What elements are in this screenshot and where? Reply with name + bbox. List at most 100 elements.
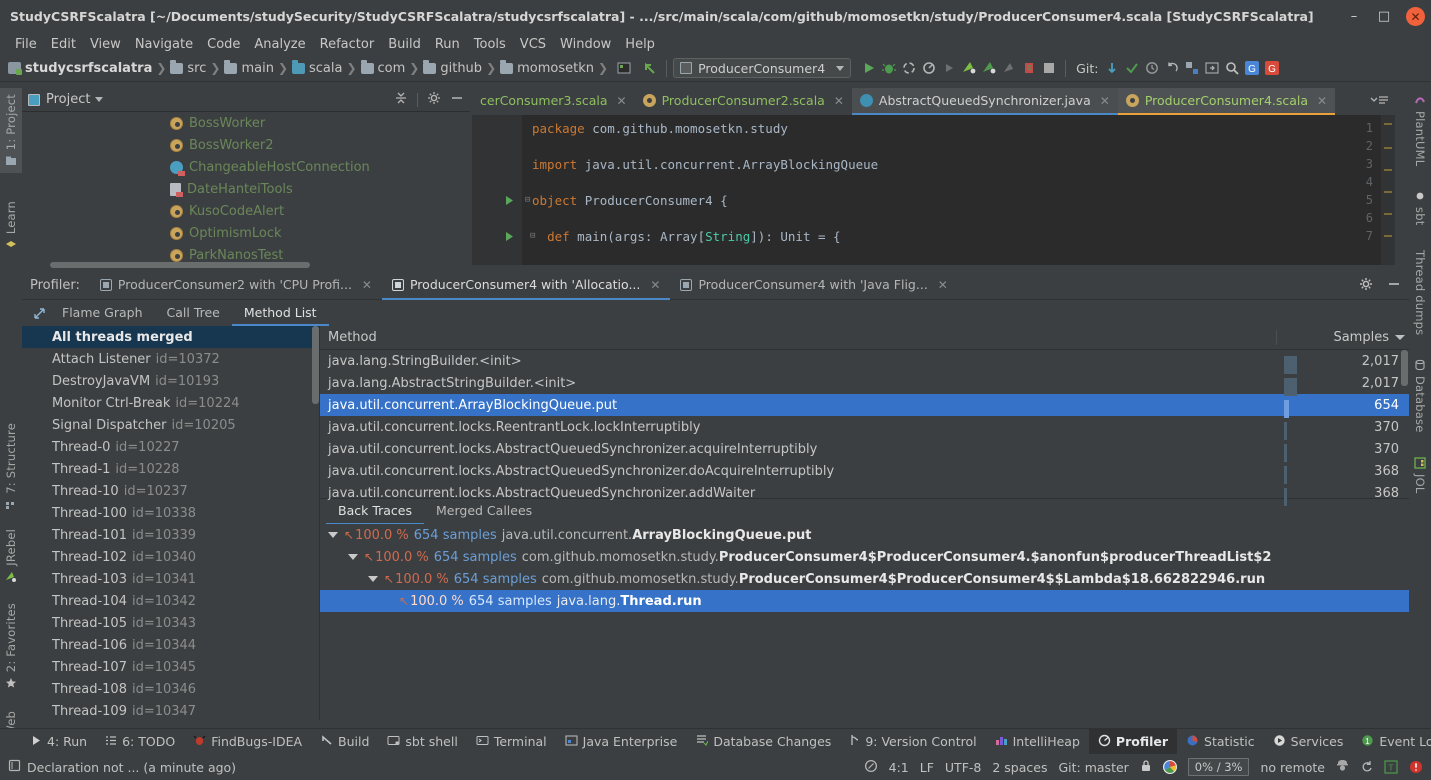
list-item[interactable]: Signal Dispatcher id=10205 bbox=[22, 414, 319, 436]
tool-window-run[interactable]: 4: Run bbox=[22, 729, 96, 754]
list-item[interactable]: Thread-104 id=10342 bbox=[22, 590, 319, 612]
editor-tab-producerconsumer3[interactable]: cerConsumer3.scala ✕ bbox=[472, 88, 635, 115]
tool-window-statistic[interactable]: Statistic bbox=[1177, 729, 1264, 754]
list-item[interactable]: Monitor Ctrl-Break id=10224 bbox=[22, 392, 319, 414]
list-item[interactable]: BossWorker2 bbox=[22, 134, 470, 156]
sidebar-item-favorites[interactable]: 2: Favorites bbox=[0, 597, 22, 695]
thread-list[interactable]: All threads merged Attach Listener id=103… bbox=[22, 326, 320, 720]
scratch-icon[interactable] bbox=[614, 58, 634, 78]
project-horizontal-scrollbar[interactable] bbox=[50, 262, 310, 268]
tab-method-list[interactable]: Method List bbox=[231, 300, 329, 326]
expander-icon[interactable] bbox=[328, 532, 338, 538]
caret-position[interactable]: 4:1 bbox=[889, 760, 909, 775]
menu-view[interactable]: View bbox=[83, 35, 128, 54]
method-list-table[interactable]: Method Samples java.lang.StringBuilder.<… bbox=[320, 326, 1409, 506]
editor-tab-abstractqueuedsynchronizer[interactable]: AbstractQueuedSynchronizer.java ✕ bbox=[851, 88, 1118, 115]
search-icon[interactable] bbox=[1222, 58, 1242, 78]
run-gutter-icon[interactable] bbox=[504, 194, 515, 209]
project-structure-icon[interactable] bbox=[1182, 58, 1202, 78]
profiler-tab-allocation[interactable]: ProducerConsumer4 with 'Allocatio... ✕ bbox=[381, 272, 671, 300]
indent-setting[interactable]: 2 spaces bbox=[992, 760, 1047, 775]
expander-icon[interactable] bbox=[368, 576, 378, 582]
column-header-samples[interactable]: Samples bbox=[1276, 330, 1409, 345]
git-revert-icon[interactable] bbox=[1162, 58, 1182, 78]
table-row[interactable]: java.lang.AbstractStringBuilder.<init> 2… bbox=[320, 372, 1409, 396]
list-item[interactable]: OptimismLock bbox=[22, 222, 470, 244]
close-icon[interactable]: ✕ bbox=[1317, 94, 1327, 108]
tab-list-icon[interactable] bbox=[1369, 93, 1389, 111]
jrebel-debug-icon[interactable] bbox=[979, 58, 999, 78]
code-fold-icon[interactable]: ⊟ bbox=[525, 195, 530, 205]
stop-icon[interactable] bbox=[1039, 58, 1059, 78]
list-item[interactable]: Thread-10 id=10237 bbox=[22, 480, 319, 502]
chevron-down-icon[interactable] bbox=[95, 97, 104, 102]
menu-edit[interactable]: Edit bbox=[44, 35, 83, 54]
google-plugin-icon[interactable]: G bbox=[1242, 58, 1262, 78]
table-row[interactable]: java.lang.StringBuilder.<init> 2,017 bbox=[320, 350, 1409, 374]
profile-icon[interactable] bbox=[919, 58, 939, 78]
profiler-tab-jfr[interactable]: ProducerConsumer4 with 'Java Flig... ✕ bbox=[670, 272, 957, 300]
list-item[interactable]: Thread-106 id=10344 bbox=[22, 634, 319, 656]
menu-file[interactable]: File bbox=[8, 35, 44, 54]
run-icon[interactable] bbox=[859, 58, 879, 78]
list-item[interactable]: DestroyJavaVM id=10193 bbox=[22, 370, 319, 392]
tool-window-event-log[interactable]: 1 Event Lo bbox=[1352, 729, 1431, 754]
tool-window-sbt-shell[interactable]: sbt shell bbox=[378, 729, 466, 754]
list-item[interactable]: Thread-108 id=10346 bbox=[22, 678, 319, 700]
git-history-icon[interactable] bbox=[1142, 58, 1162, 78]
tool-window-todo[interactable]: 6: TODO bbox=[96, 729, 184, 754]
run-configuration-selector[interactable]: ProducerConsumer4 bbox=[673, 58, 852, 78]
list-item[interactable]: KusoCodeAlert bbox=[22, 200, 470, 222]
method-list-scrollbar[interactable] bbox=[1401, 350, 1408, 386]
google-translate-icon[interactable]: G bbox=[1262, 58, 1282, 78]
table-row[interactable]: java.util.concurrent.locks.AbstractQueue… bbox=[320, 438, 1409, 462]
maximize-icon[interactable]: □ bbox=[1376, 9, 1392, 25]
git-branch[interactable]: Git: master bbox=[1058, 760, 1128, 775]
list-item[interactable]: Thread-1 id=10228 bbox=[22, 458, 319, 480]
project-tree[interactable]: BossWorker BossWorker2 ChangeableHostCon… bbox=[22, 112, 470, 265]
editor-tab-producerconsumer2[interactable]: ProducerConsumer2.scala ✕ bbox=[635, 88, 852, 115]
list-item[interactable]: Thread-109 id=10347 bbox=[22, 700, 319, 720]
sidebar-item-jol[interactable]: JOL bbox=[1409, 451, 1431, 499]
menu-window[interactable]: Window bbox=[553, 35, 618, 54]
breadcrumb-main[interactable]: main bbox=[224, 59, 274, 76]
tool-window-profiler[interactable]: Profiler bbox=[1088, 729, 1178, 754]
breadcrumb-scala[interactable]: scala bbox=[292, 59, 342, 76]
close-icon[interactable]: ✕ bbox=[938, 278, 948, 292]
back-arrow-icon[interactable] bbox=[640, 58, 660, 78]
sidebar-item-structure[interactable]: 7: Structure bbox=[0, 417, 22, 517]
tool-window-terminal[interactable]: Terminal bbox=[467, 729, 556, 754]
jrebel-run-icon[interactable] bbox=[959, 58, 979, 78]
table-row[interactable]: java.util.concurrent.locks.AbstractQueue… bbox=[320, 482, 1409, 506]
tab-flame-graph[interactable]: Flame Graph bbox=[50, 300, 155, 326]
debug-icon[interactable] bbox=[879, 58, 899, 78]
code-editor[interactable]: 1 2 3 4 5 6 7 ⊟ ⊟ package com.github.mom… bbox=[472, 115, 1395, 265]
run-coverage-icon[interactable] bbox=[899, 58, 919, 78]
tree-node[interactable]: ↖ 100.0 % 654 samples com.github.momoset… bbox=[320, 568, 1409, 590]
menu-build[interactable]: Build bbox=[381, 35, 428, 54]
sidebar-item-plantuml[interactable]: PlantUML bbox=[1409, 88, 1431, 172]
editor-tab-producerconsumer4[interactable]: ProducerConsumer4.scala ✕ bbox=[1117, 88, 1336, 115]
breadcrumb-com[interactable]: com bbox=[360, 59, 405, 76]
list-item[interactable]: Attach Listener id=10372 bbox=[22, 348, 319, 370]
sync-icon[interactable] bbox=[1360, 759, 1373, 776]
hide-panel-icon[interactable] bbox=[450, 91, 464, 109]
close-icon[interactable]: ✕ bbox=[1406, 7, 1425, 26]
thread-list-scrollbar[interactable] bbox=[312, 326, 319, 404]
breadcrumb-src[interactable]: src bbox=[170, 59, 206, 76]
list-item[interactable]: ChangeableHostConnection bbox=[22, 156, 470, 178]
error-icon[interactable] bbox=[1409, 760, 1423, 774]
status-message[interactable]: Declaration not ... (a minute ago) bbox=[27, 760, 236, 775]
breadcrumb-module[interactable]: studycsrfscalatra bbox=[8, 61, 152, 76]
minimize-icon[interactable]: – bbox=[1346, 9, 1362, 25]
sidebar-item-thread-dumps[interactable]: Thread dumps bbox=[1409, 244, 1431, 341]
collapse-all-icon[interactable] bbox=[394, 91, 408, 109]
expander-icon[interactable] bbox=[348, 554, 358, 560]
tool-window-version-control[interactable]: 9: Version Control bbox=[840, 729, 985, 754]
close-icon[interactable]: ✕ bbox=[362, 278, 372, 292]
menu-run[interactable]: Run bbox=[428, 35, 467, 54]
gear-icon[interactable] bbox=[1359, 277, 1373, 295]
tree-node[interactable]: ↖ 100.0 % 654 samples java.util.concurre… bbox=[320, 524, 1409, 546]
sidebar-item-database[interactable]: Database bbox=[1409, 353, 1431, 438]
select-in-icon[interactable] bbox=[1202, 58, 1222, 78]
